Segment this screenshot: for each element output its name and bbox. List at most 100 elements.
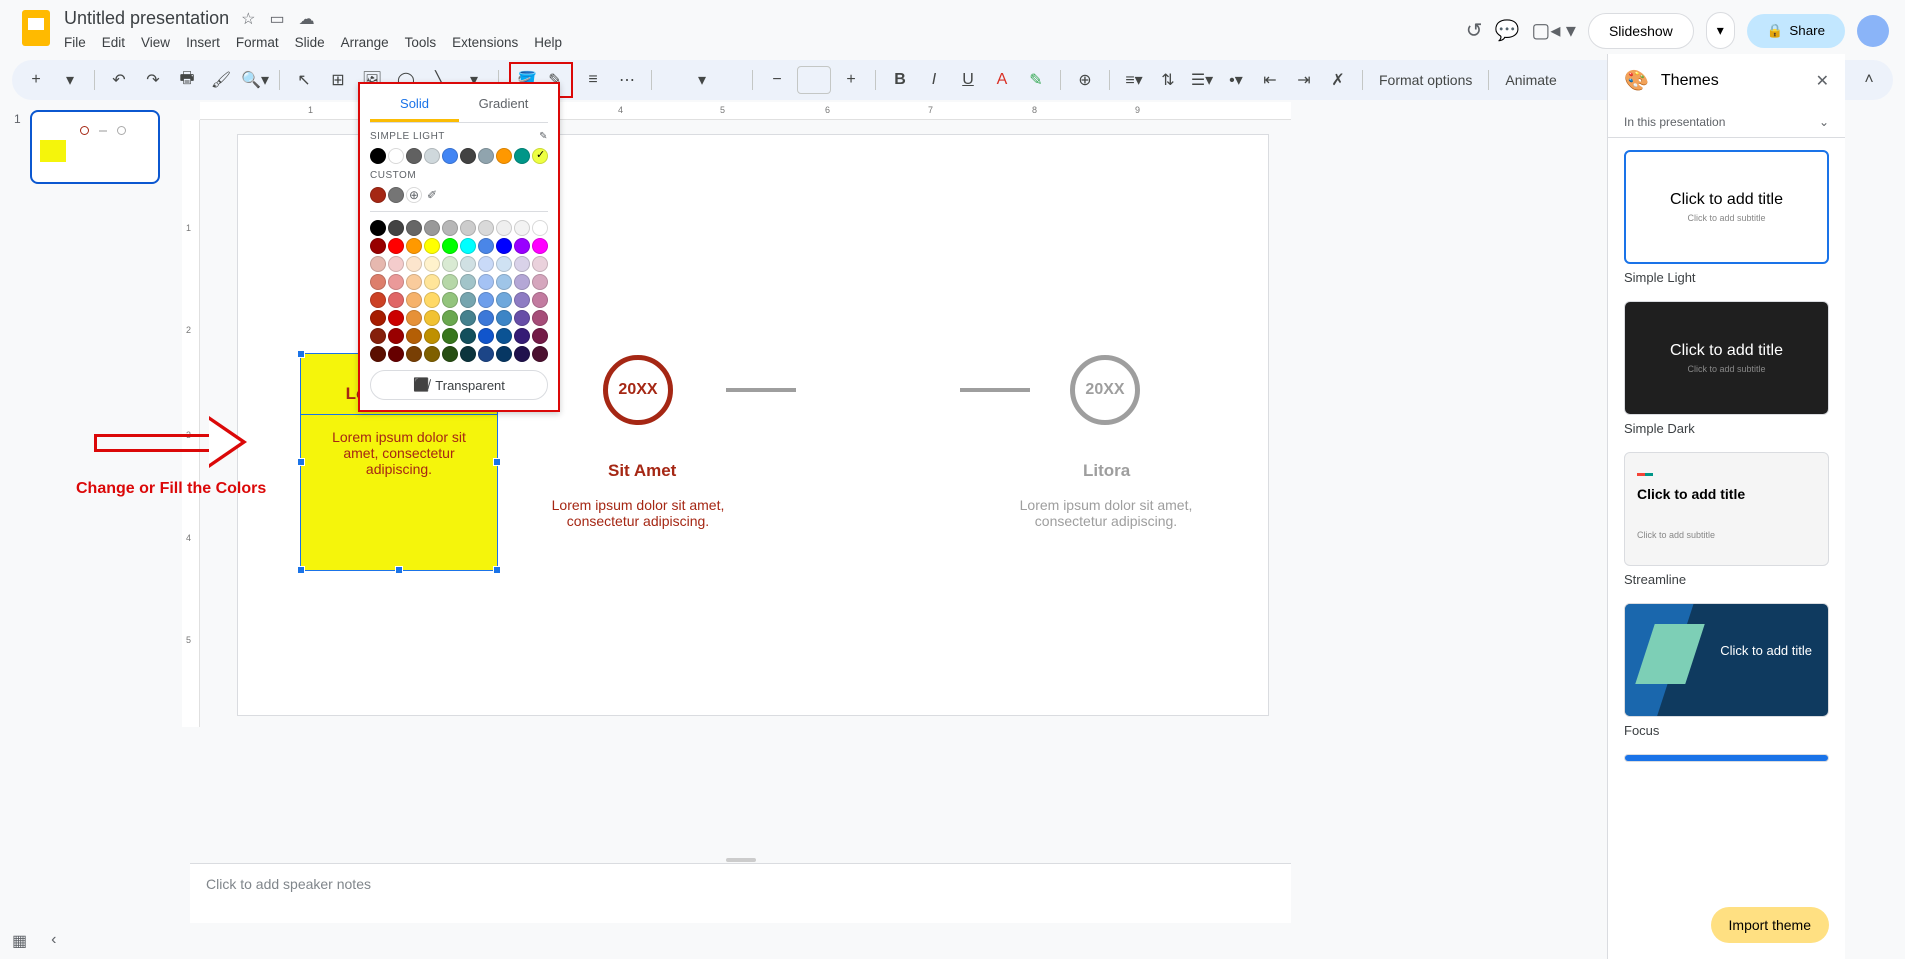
- close-themes-icon[interactable]: ✕: [1816, 71, 1829, 91]
- theme-simple-dark[interactable]: Click to add titleClick to add subtitle: [1624, 301, 1829, 415]
- standard-swatch[interactable]: [424, 310, 440, 326]
- comments-icon[interactable]: 💬: [1495, 18, 1520, 43]
- add-custom-color[interactable]: ⊕: [406, 187, 422, 203]
- standard-swatch[interactable]: [496, 292, 512, 308]
- connector-1[interactable]: [726, 388, 796, 392]
- standard-swatch[interactable]: [532, 238, 548, 254]
- connector-2[interactable]: [960, 388, 1030, 392]
- theme-swatch[interactable]: [442, 148, 458, 164]
- menu-help[interactable]: Help: [534, 35, 562, 50]
- font-size-inc[interactable]: +: [837, 66, 865, 94]
- font-size-dec[interactable]: −: [763, 66, 791, 94]
- standard-swatch[interactable]: [514, 256, 530, 272]
- standard-swatch[interactable]: [424, 328, 440, 344]
- standard-swatch[interactable]: [388, 238, 404, 254]
- font-dropdown[interactable]: ▾: [662, 66, 742, 94]
- standard-swatch[interactable]: [496, 310, 512, 326]
- avatar[interactable]: [1857, 15, 1889, 47]
- standard-swatch[interactable]: [478, 238, 494, 254]
- standard-swatch[interactable]: [478, 328, 494, 344]
- standard-swatch[interactable]: [478, 346, 494, 362]
- standard-swatch[interactable]: [496, 256, 512, 272]
- align-button[interactable]: ≡▾: [1120, 66, 1148, 94]
- standard-swatch[interactable]: [478, 220, 494, 236]
- standard-swatch[interactable]: [406, 256, 422, 272]
- line-spacing-button[interactable]: ⇅: [1154, 66, 1182, 94]
- theme-swatch[interactable]: [370, 148, 386, 164]
- standard-swatch[interactable]: [460, 256, 476, 272]
- standard-swatch[interactable]: [406, 346, 422, 362]
- format-options-button[interactable]: Format options: [1373, 72, 1478, 88]
- slideshow-dropdown[interactable]: ▾: [1706, 12, 1735, 49]
- collapse-panel-icon[interactable]: ‹: [51, 931, 56, 951]
- insert-link-button[interactable]: ⊕: [1071, 66, 1099, 94]
- standard-swatch[interactable]: [370, 328, 386, 344]
- import-theme-button[interactable]: Import theme: [1711, 907, 1829, 943]
- standard-swatch[interactable]: [388, 346, 404, 362]
- color-tab-gradient[interactable]: Gradient: [459, 88, 548, 122]
- standard-swatch[interactable]: [406, 292, 422, 308]
- standard-swatch[interactable]: [424, 256, 440, 272]
- standard-swatch[interactable]: [388, 274, 404, 290]
- edit-theme-icon[interactable]: ✎: [539, 131, 548, 142]
- standard-swatch[interactable]: [496, 220, 512, 236]
- standard-swatch[interactable]: [514, 328, 530, 344]
- highlight-button[interactable]: ✎: [1022, 66, 1050, 94]
- standard-swatch[interactable]: [514, 220, 530, 236]
- theme-swatch[interactable]: [514, 148, 530, 164]
- color-tab-solid[interactable]: Solid: [370, 88, 459, 122]
- standard-swatch[interactable]: [424, 292, 440, 308]
- menu-edit[interactable]: Edit: [102, 35, 125, 50]
- standard-swatch[interactable]: [532, 256, 548, 272]
- standard-swatch[interactable]: [460, 274, 476, 290]
- new-slide-button[interactable]: +: [22, 66, 50, 94]
- standard-swatch[interactable]: [424, 220, 440, 236]
- standard-swatch[interactable]: [370, 220, 386, 236]
- standard-swatch[interactable]: [532, 292, 548, 308]
- collapse-toolbar-button[interactable]: ˄: [1855, 66, 1883, 94]
- bulleted-list-button[interactable]: •▾: [1222, 66, 1250, 94]
- notes-drag-handle[interactable]: [726, 858, 756, 862]
- new-slide-dropdown[interactable]: ▾: [56, 66, 84, 94]
- standard-swatch[interactable]: [406, 310, 422, 326]
- theme-swatch[interactable]: [388, 148, 404, 164]
- menu-format[interactable]: Format: [236, 35, 279, 50]
- standard-swatch[interactable]: [478, 292, 494, 308]
- font-size-input[interactable]: [797, 66, 831, 94]
- standard-swatch[interactable]: [406, 238, 422, 254]
- standard-swatch[interactable]: [388, 292, 404, 308]
- standard-swatch[interactable]: [388, 256, 404, 272]
- standard-swatch[interactable]: [442, 292, 458, 308]
- explore-icon[interactable]: ▦: [12, 931, 27, 951]
- standard-swatch[interactable]: [514, 238, 530, 254]
- indent-dec-button[interactable]: ⇤: [1256, 66, 1284, 94]
- theme-swatch[interactable]: [424, 148, 440, 164]
- menu-view[interactable]: View: [141, 35, 170, 50]
- border-weight-button[interactable]: ≡: [579, 66, 607, 94]
- standard-swatch[interactable]: [388, 310, 404, 326]
- speaker-notes[interactable]: Click to add speaker notes: [190, 863, 1291, 923]
- standard-swatch[interactable]: [460, 328, 476, 344]
- standard-swatch[interactable]: [478, 274, 494, 290]
- italic-button[interactable]: I: [920, 66, 948, 94]
- slide-thumbnail-1[interactable]: [30, 110, 160, 184]
- col3-desc[interactable]: Lorem ipsum dolor sit amet, consectetur …: [1006, 497, 1206, 529]
- standard-swatch[interactable]: [514, 310, 530, 326]
- theme-swatch[interactable]: [532, 148, 548, 164]
- undo-button[interactable]: ↶: [105, 66, 133, 94]
- standard-swatch[interactable]: [478, 310, 494, 326]
- standard-swatch[interactable]: [514, 346, 530, 362]
- indent-inc-button[interactable]: ⇥: [1290, 66, 1318, 94]
- theme-next-peek[interactable]: [1624, 754, 1829, 762]
- col2-circle[interactable]: 20XX: [603, 355, 673, 425]
- standard-swatch[interactable]: [460, 310, 476, 326]
- standard-swatch[interactable]: [460, 220, 476, 236]
- theme-simple-light[interactable]: Click to add titleClick to add subtitle: [1624, 150, 1829, 264]
- standard-swatch[interactable]: [406, 220, 422, 236]
- menu-tools[interactable]: Tools: [405, 35, 437, 50]
- col3-circle[interactable]: 20XX: [1070, 355, 1140, 425]
- eyedropper-icon[interactable]: ✐: [424, 187, 440, 203]
- border-dash-button[interactable]: ⋯: [613, 66, 641, 94]
- redo-button[interactable]: ↷: [139, 66, 167, 94]
- standard-swatch[interactable]: [370, 346, 386, 362]
